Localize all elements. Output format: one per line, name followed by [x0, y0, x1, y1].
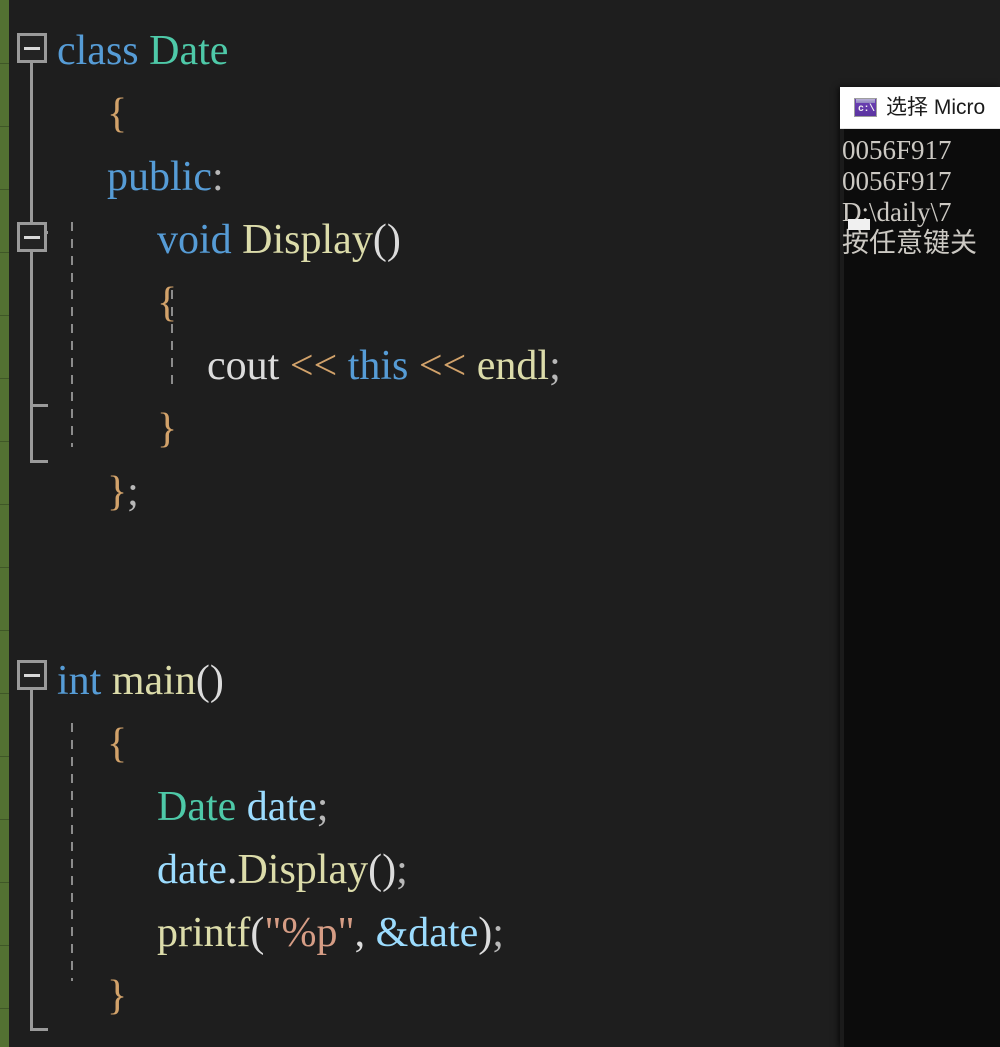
console-output-line: 按任意键关	[842, 228, 977, 258]
console-output-line: 0056F917	[842, 166, 952, 196]
console-output: 0056F917 0056F917 D:\daily\7 按任意键关	[840, 129, 1000, 259]
code-token: <<	[289, 343, 348, 389]
console-output-line: 0056F917	[842, 135, 952, 165]
screenshot-root: class Date{public: void Display(){cout <<…	[0, 0, 1000, 1047]
code-token: date	[246, 784, 317, 830]
code-token: Date	[149, 28, 229, 74]
code-token: ;	[316, 784, 329, 830]
code-token: ;	[396, 847, 408, 893]
code-token: Display	[237, 847, 369, 893]
code-token: Display	[242, 217, 373, 263]
code-token: cout	[207, 343, 290, 389]
icon-title-bar-strip	[856, 99, 875, 103]
code-token: {	[107, 91, 128, 137]
code-token: public	[107, 154, 212, 200]
code-token: .	[226, 847, 238, 893]
code-token: ;	[549, 343, 561, 389]
code-token: }	[157, 406, 178, 452]
console-cursor	[848, 219, 870, 230]
code-token: class	[57, 28, 150, 74]
code-token: ()	[372, 217, 401, 263]
cmd-console-icon: c:\	[854, 98, 877, 117]
code-token: Date	[157, 784, 247, 830]
code-token: ()	[195, 658, 224, 704]
code-token: }	[107, 973, 128, 1019]
code-token: {	[157, 280, 178, 326]
code-token: )	[478, 910, 493, 956]
code-token: printf	[157, 910, 251, 956]
code-token: this	[347, 343, 419, 389]
console-window[interactable]: c:\ 选择 Micro 0056F917 0056F917 D:\daily\7 按…	[840, 87, 1000, 1047]
icon-prompt-glyph: c:\	[858, 104, 875, 115]
code-token: }	[107, 469, 128, 515]
code-token: ;	[492, 910, 504, 956]
indent-guide	[171, 290, 173, 390]
code-token: main	[111, 658, 196, 704]
code-token: endl	[476, 343, 550, 389]
code-token: ()	[368, 847, 397, 893]
console-title-bar[interactable]: c:\ 选择 Micro	[840, 87, 1000, 129]
code-line[interactable]: class Date	[0, 20, 1000, 83]
code-token: {	[107, 721, 128, 767]
code-token: ;	[127, 469, 139, 515]
indent-guide	[71, 723, 73, 981]
code-token: <<	[418, 343, 477, 389]
code-token: void	[157, 217, 243, 263]
code-token: (	[250, 910, 265, 956]
code-token: &date	[375, 910, 479, 956]
code-token: int	[57, 658, 112, 704]
code-token: :	[211, 154, 224, 200]
console-title-text: 选择 Micro	[886, 95, 986, 119]
code-token: date	[157, 847, 227, 893]
code-token: ,	[354, 910, 376, 956]
indent-guide	[71, 222, 73, 447]
code-token: "%p"	[264, 910, 355, 956]
